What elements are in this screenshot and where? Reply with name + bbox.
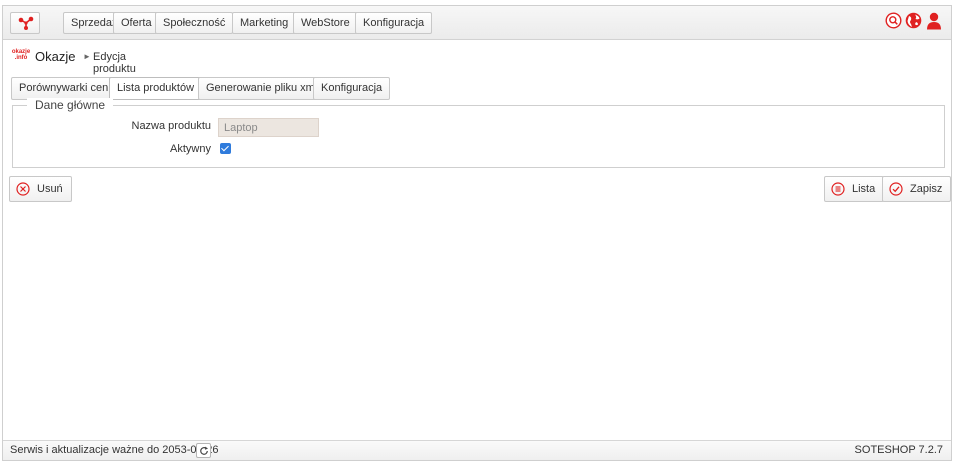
breadcrumb-current-page: Edycja produktu [93,51,136,75]
refresh-icon [200,446,208,455]
search-icon[interactable] [885,12,902,32]
tab-porownywarki-cen[interactable]: Porównywarki cen [11,77,117,100]
tab-konfiguracja[interactable]: Konfiguracja [313,77,391,100]
tab-lista-produktow[interactable]: Lista produktów [109,77,203,100]
list-icon [831,182,845,196]
refresh-button[interactable] [196,443,211,458]
top-menu-bar: Sprzedaż Oferta Społeczność Marketing We… [3,6,951,40]
check-circle-icon [889,182,903,196]
soteshop-logo-icon [18,16,34,30]
fieldset-legend: Dane główne [27,98,114,112]
menu-spolecznosc[interactable]: Społeczność [155,12,234,34]
home-logo-button[interactable] [10,12,40,34]
delete-button-label: Usuń [37,183,63,195]
active-label: Aktywny [170,143,211,155]
app-window: Sprzedaż Oferta Społeczność Marketing We… [2,5,952,461]
product-name-label: Nazwa produktu [131,120,212,132]
okazje-logo: okazje .info [11,49,31,61]
user-icon[interactable] [926,12,942,33]
list-button[interactable]: Lista [824,176,885,202]
app-version: SOTESHOP 7.2.7 [854,444,943,456]
menu-oferta[interactable]: Oferta [113,12,160,34]
breadcrumb-arrow-icon: ► [83,52,91,61]
menu-webstore[interactable]: WebStore [293,12,358,34]
list-button-label: Lista [852,183,876,195]
delete-icon [16,182,30,196]
service-validity-text: Serwis i aktualizacje ważne do 2053-08-2… [10,444,219,456]
status-footer: Serwis i aktualizacje ważne do 2053-08-2… [3,440,951,460]
main-data-fieldset: Dane główne Nazwa produktu Aktywny [12,98,945,168]
globe-icon[interactable] [905,12,922,32]
save-button-label: Zapisz [910,183,943,195]
save-button[interactable]: Zapisz [882,176,952,202]
delete-button[interactable]: Usuń [9,176,72,202]
tab-generowanie-pliku-xml[interactable]: Generowanie pliku xml [198,77,326,100]
menu-marketing[interactable]: Marketing [232,12,297,34]
breadcrumb-module-title[interactable]: Okazje [35,49,75,64]
active-checkbox[interactable] [220,143,231,154]
menu-konfiguracja[interactable]: Konfiguracja [355,12,433,34]
product-name-input[interactable] [218,118,319,137]
top-right-icons [885,12,945,32]
